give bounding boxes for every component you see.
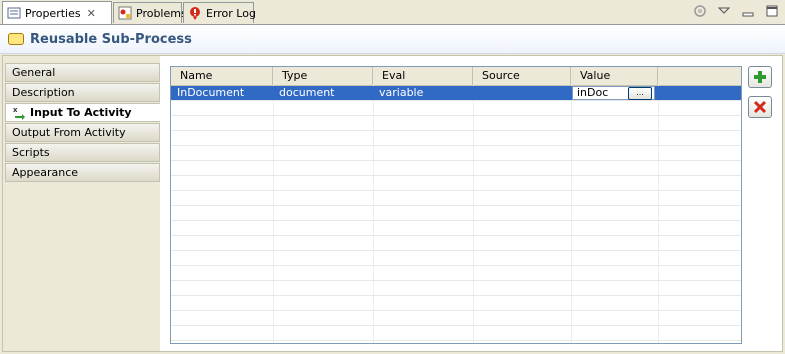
tab-label: Error Log [206,6,256,20]
properties-content: General Description x Input To Activity … [2,55,783,352]
grid-line [171,160,741,161]
add-icon [754,71,766,83]
sidebar-item-label: Input To Activity [30,106,132,119]
grid-line [171,340,741,341]
sidebar-item-scripts[interactable]: Scripts [5,143,160,162]
browse-button[interactable]: ... [628,87,652,100]
grid-line [171,115,741,116]
sidebar-item-label: Appearance [12,166,79,179]
grid-line [171,295,741,296]
view-menu-icon[interactable] [717,4,731,18]
sidebar-item-label: Scripts [12,146,50,159]
grid-line [171,310,741,311]
sidebar-item-input-to-activity[interactable]: x Input To Activity [5,103,160,122]
column-header-value[interactable]: Value [571,67,658,85]
grid-line [171,100,741,101]
column-header-eval[interactable]: Eval [373,67,473,85]
grid-line [171,130,741,131]
grid-line [171,250,741,251]
add-button[interactable] [748,66,772,88]
tab-problems[interactable]: Problems [113,2,187,23]
cell-source[interactable] [473,86,571,100]
close-icon[interactable]: ✕ [87,7,96,20]
cell-value[interactable]: inDoc [577,87,608,99]
properties-header: Reusable Sub-Process [0,25,785,54]
sidebar-item-general[interactable]: General [5,63,160,82]
grid-line [171,145,741,146]
grid-line [171,325,741,326]
problems-icon [118,6,132,20]
input-arrow-icon: x [12,106,26,120]
column-header-type[interactable]: Type [273,67,373,85]
view-tab-bar: Properties ✕ Problems Error Log [0,0,785,25]
grid-line [171,265,741,266]
sidebar-item-label: General [12,66,56,79]
view-toolbar [693,4,779,18]
grid-line [473,85,474,343]
cell-eval[interactable]: variable [373,86,473,100]
tab-error-log[interactable]: Error Log [183,2,256,23]
grid-line [171,235,741,236]
table-header: Name Type Eval Source Value [171,67,741,86]
value-cell-editor[interactable]: inDoc ... [572,86,655,100]
grid-line [171,190,741,191]
tab-label: Problems [136,6,187,20]
grid-line [171,220,741,221]
cell-name[interactable]: InDocument [171,86,273,100]
sidebar-item-description[interactable]: Description [5,83,160,102]
grid-line [171,175,741,176]
column-header-source[interactable]: Source [473,67,571,85]
sidebar-item-output-from-activity[interactable]: Output From Activity [5,123,160,142]
table-row[interactable]: InDocument document variable inDoc ... [171,86,741,100]
grid-line [171,280,741,281]
tab-label: Properties [25,6,81,20]
remove-icon [753,100,767,114]
sidebar-item-appearance[interactable]: Appearance [5,163,160,182]
grid-line [373,85,374,343]
grid-line [658,85,659,343]
page-title: Reusable Sub-Process [30,31,192,47]
tab-properties[interactable]: Properties ✕ [2,1,112,24]
grid-line [571,85,572,343]
grid-line [273,85,274,343]
sync-icon[interactable] [693,4,707,18]
parameters-table[interactable]: Name Type Eval Source Value InDocument d… [170,66,742,344]
sidebar-item-label: Output From Activity [12,126,126,139]
input-to-activity-panel: Name Type Eval Source Value InDocument d… [160,56,782,351]
grid-line [171,205,741,206]
sidebar-item-label: Description [12,86,75,99]
minimize-icon[interactable] [741,4,755,18]
svg-text:x: x [13,106,18,114]
section-tabs: General Description x Input To Activity … [3,56,160,351]
maximize-icon[interactable] [765,4,779,18]
column-header-name[interactable]: Name [171,67,273,85]
error-log-icon [188,6,202,20]
properties-icon [7,6,21,20]
cell-type[interactable]: document [273,86,373,100]
remove-button[interactable] [748,96,772,118]
subprocess-icon [8,33,24,45]
